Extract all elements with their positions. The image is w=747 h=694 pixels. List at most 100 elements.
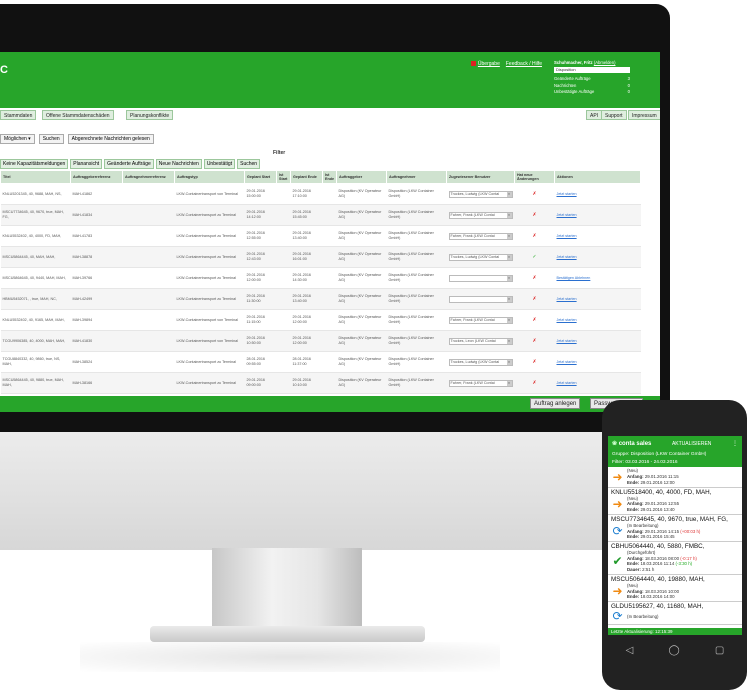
table-row[interactable]: MSCU5864645, 40, 9440, MAH, MAH, MAH-3976…: [0, 267, 641, 289]
col-planned-start[interactable]: Geplant Start: [244, 170, 277, 184]
tab-support[interactable]: Support: [601, 110, 627, 120]
table-row[interactable]: MSCU7734645, 40, 9670, true, MAH, FG, MAH…: [0, 204, 641, 226]
phone-list-item[interactable]: MSCU7734645, 40, 9670, true, MAH, FG, ⟳ (I…: [608, 515, 742, 542]
tab-stammdaten[interactable]: Stammdaten: [0, 110, 37, 120]
phone-list-item[interactable]: ➜ (Neu) Anfang: 29.01.2016 11:15 Ende: 29.…: [608, 467, 742, 488]
logout-link[interactable]: (Abmelden): [594, 60, 616, 65]
assigned-user-select[interactable]: Fahrer, Frank (LKW Contai ▾: [448, 379, 513, 387]
cell-planned-start: 29.01.2016 09:00:00: [244, 372, 277, 394]
action-link[interactable]: Jetzt starten: [557, 255, 577, 259]
action-link[interactable]: Jetzt starten: [557, 297, 577, 301]
subtab-capacity[interactable]: Keine Kapazitätsmeldungen: [0, 159, 69, 169]
col-planned-end[interactable]: Geplant Ende: [290, 170, 323, 184]
assigned-user-select[interactable]: ▾: [448, 274, 513, 282]
handover-link[interactable]: Übergabe: [470, 61, 500, 67]
col-type[interactable]: Auftragstyp: [174, 170, 245, 184]
col-actual-start[interactable]: Ist Start: [276, 170, 291, 184]
cell-assigned-user: Truckes, Leon (LKW Contai ▾: [446, 330, 515, 352]
refresh-button[interactable]: AKTUALISIEREN: [672, 441, 711, 447]
assigned-user-select[interactable]: Fahrer, Frank (LKW Contai ▾: [448, 232, 513, 240]
search-button[interactable]: Suchen: [38, 134, 64, 144]
cell-client-ref: MAH-39894: [70, 309, 123, 331]
cell-actual-start: [276, 246, 291, 268]
chevron-down-icon: ▾: [506, 212, 512, 218]
role-select[interactable]: Disposition: [554, 67, 630, 74]
col-actions[interactable]: Aktionen: [554, 170, 641, 184]
assigned-user-select[interactable]: ▾: [448, 295, 513, 303]
phone-list-item[interactable]: GLDU5195627, 40, 11680, MAH, ⟳ (In Bearbei…: [608, 602, 742, 625]
table-row[interactable]: MSCU5864445, 40, MAH, MAH, MAH-38878 LKW-C…: [0, 246, 641, 268]
action-link[interactable]: Jetzt starten: [557, 234, 577, 238]
col-client-ref[interactable]: Auftraggeberreferenz: [70, 170, 123, 184]
cell-planned-start: 29.01.2016 12:43:00: [244, 246, 277, 268]
cell-client: Disposition (KV Operateur AG): [336, 330, 387, 352]
subtab-changed[interactable]: Geänderte Aufträge: [104, 159, 154, 169]
handover-icon: [470, 61, 476, 67]
back-icon[interactable]: ◁: [626, 645, 634, 656]
item-title: CBHU5064440, 40, 5880, FMBC,: [611, 542, 705, 550]
col-contractor[interactable]: Auftragnehmer: [386, 170, 447, 184]
subtab-messages[interactable]: Neue Nachrichten: [155, 159, 202, 169]
phone-list-item[interactable]: MSCU5064440, 40, 19880, MAH, ➜ (Neu) Anfang…: [608, 575, 742, 602]
action-link[interactable]: Jetzt starten: [557, 339, 577, 343]
filter-select[interactable]: Möglichen ▾: [0, 134, 35, 144]
cell-title: MSCU5864445, 40, 9880, true, MAH, MAH,: [0, 372, 71, 394]
action-link[interactable]: Jetzt starten: [557, 381, 577, 385]
action-link[interactable]: Jetzt starten: [557, 360, 577, 364]
table-row[interactable]: KNLU5201345, 40, 9688, MAH, NS, MAH-41862…: [0, 183, 641, 205]
action-link[interactable]: Jetzt starten: [557, 318, 577, 322]
action-link[interactable]: Jetzt starten: [557, 192, 577, 196]
assigned-user-select[interactable]: Truckes, Ludwig (LKW Contai ▾: [448, 253, 513, 261]
cell-contractor: Disposition (LKW Container GmbH): [386, 267, 447, 289]
assigned-user-select[interactable]: Truckes, Leon (LKW Contai ▾: [448, 337, 513, 345]
col-title[interactable]: Titel: [0, 170, 71, 184]
table-row[interactable]: MSCU5864445, 40, 9880, true, MAH, MAH, MA…: [0, 372, 641, 394]
assigned-user-select[interactable]: Fahrer, Frank (LKW Contai ▾: [448, 211, 513, 219]
feedback-link[interactable]: Feedback / Hilfe: [506, 61, 542, 67]
tab-planungskonflikte[interactable]: Planungskonflikte: [126, 110, 174, 120]
subtab-search[interactable]: Suchen: [237, 159, 261, 169]
mark-read-button[interactable]: Abgerechnete Nachrichten gelesen: [67, 134, 154, 144]
logo: C: [0, 64, 8, 76]
cell-actions: Jetzt starten: [554, 183, 641, 205]
home-icon[interactable]: ◯: [669, 645, 680, 656]
phone-filter-line[interactable]: Filter: 03.03.2016 - 24.03.2016: [608, 459, 742, 468]
counter-unconfirmed[interactable]: Unbestätigte Aufträge 0: [554, 89, 630, 95]
cell-contractor-ref: [122, 225, 175, 247]
assigned-user-select[interactable]: Truckes, Ludwig (LKW Contai ▾: [448, 190, 513, 198]
recents-icon[interactable]: ▢: [715, 645, 724, 656]
col-actual-end[interactable]: Ist Ende: [322, 170, 337, 184]
phone-group-line: Gruppe: Disposition (LKW Container GmbH): [608, 451, 742, 460]
col-changes[interactable]: Hat neue Änderungen: [514, 170, 555, 184]
tab-offene-stammdatenschaeden[interactable]: Offene Stammdatenschäden: [42, 110, 114, 120]
action-link[interactable]: Bestätigen Ablehnen: [557, 276, 591, 280]
chevron-down-icon: ▾: [506, 254, 512, 260]
table-row[interactable]: TCGU8840332, 40, 9860, true, NS, MAH, MAH…: [0, 351, 641, 373]
subtab-unconfirmed[interactable]: Unbestätigt: [203, 159, 236, 169]
tab-impressum[interactable]: Impressum: [628, 110, 660, 120]
tab-api[interactable]: API: [586, 110, 603, 120]
table-row[interactable]: TCGU9906385, 40, 4000, MAH, MAH, MAH-4183…: [0, 330, 641, 352]
table-row[interactable]: HBMU5452071, , true, MAH, NC, MAH-42499 LK…: [0, 288, 641, 310]
cell-actions: Jetzt starten: [554, 330, 641, 352]
cell-client: Disposition (KV Operateur AG): [336, 267, 387, 289]
table-row[interactable]: KNLU5532402, 40, 4000, FD, MAH, MAH-41783…: [0, 225, 641, 247]
cell-planned-end: 29.01.2016 15:45:00: [290, 204, 323, 226]
cell-planned-start: 29.01.2016 10:50:00: [244, 330, 277, 352]
table-row[interactable]: KNLU5532402, 40, 9165, MAH, MAH, MAH-3989…: [0, 309, 641, 331]
col-contractor-ref[interactable]: Auftragnehmerreferenz: [122, 170, 175, 184]
table-header-row: Titel Auftraggeberreferenz Auftragnehmer…: [0, 170, 641, 184]
phone-list-item[interactable]: CBHU5064440, 40, 5880, FMBC, ✔ (Durchgefüh…: [608, 542, 742, 575]
overflow-menu-icon[interactable]: ⋮: [732, 440, 738, 447]
col-client[interactable]: Auftraggeber: [336, 170, 387, 184]
action-link[interactable]: Jetzt starten: [557, 213, 577, 217]
assigned-user-select[interactable]: Fahrer, Frank (LKW Contai ▾: [448, 316, 513, 324]
subtab-plan[interactable]: Planansicht: [70, 159, 103, 169]
cell-actual-end: [322, 204, 337, 226]
end-line: Ende: 29.01.2016 13:40: [627, 507, 675, 513]
new-order-button[interactable]: Auftrag anlegen: [530, 398, 581, 409]
phone-list-item[interactable]: KNLU5518400, 40, 4000, FD, MAH, ➜ (Neu) Anf…: [608, 488, 742, 515]
cell-assigned-user: Truckes, Ludwig (LKW Contai ▾: [446, 183, 515, 205]
assigned-user-select[interactable]: Truckes, Ludwig (LKW Contai ▾: [448, 358, 513, 366]
col-assigned-user[interactable]: Zugewiesener Benutzer: [446, 170, 515, 184]
